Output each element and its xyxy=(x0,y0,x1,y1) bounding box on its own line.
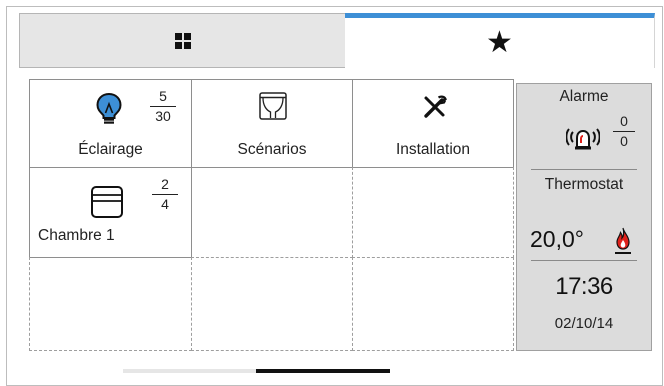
empty-slot xyxy=(352,167,514,258)
empty-slot xyxy=(352,257,514,351)
alarm-active-count: 0 xyxy=(620,113,628,129)
bedroom-counter: 2 4 xyxy=(152,176,178,213)
alarm-title: Alarme xyxy=(559,88,609,105)
curtain-icon xyxy=(259,92,287,120)
status-panel: Alarme 0 0 Thermostat 20,0° 17:36 02/10/… xyxy=(516,83,652,351)
alarm-counter: 0 0 xyxy=(613,113,635,150)
clock-time: 17:36 xyxy=(555,273,613,300)
flame-icon xyxy=(615,227,631,254)
tile-label: Chambre 1 xyxy=(38,227,115,244)
divider xyxy=(531,260,637,261)
light-bulb-icon xyxy=(96,92,122,124)
bedroom-open-count: 2 xyxy=(161,176,169,192)
divider xyxy=(531,169,637,170)
grid-icon xyxy=(174,32,191,49)
tile-label: Éclairage xyxy=(78,141,143,158)
lighting-total-count: 30 xyxy=(155,108,171,124)
alarm-siren-icon xyxy=(566,128,600,150)
tab-rooms[interactable] xyxy=(19,13,345,68)
page-indicator-2-active[interactable] xyxy=(256,369,390,373)
shutter-icon xyxy=(91,186,123,218)
page-indicator-1[interactable] xyxy=(123,369,256,373)
clock-date: 02/10/14 xyxy=(554,315,614,332)
alarm-total-count: 0 xyxy=(620,133,628,149)
thermostat-temperature: 20,0° xyxy=(530,226,584,252)
lighting-counter: 5 30 xyxy=(150,88,176,125)
bedroom-total-count: 4 xyxy=(161,196,169,212)
tools-icon xyxy=(424,95,447,118)
tile-label: Scénarios xyxy=(237,141,307,158)
tile-scenarios[interactable]: Scénarios xyxy=(191,79,353,168)
empty-slot xyxy=(191,257,353,351)
tile-installation[interactable]: Installation xyxy=(352,79,514,168)
tile-bedroom[interactable]: 2 4 Chambre 1 xyxy=(29,167,192,258)
empty-slot xyxy=(29,257,192,351)
thermostat-title: Thermostat xyxy=(544,176,624,193)
star-icon: ★ xyxy=(486,26,513,59)
lighting-on-count: 5 xyxy=(159,88,167,104)
tile-label: Installation xyxy=(395,141,471,158)
tab-favorites[interactable]: ★ xyxy=(345,13,655,68)
tile-lighting[interactable]: 5 30 Éclairage xyxy=(29,79,192,168)
empty-slot xyxy=(191,167,353,258)
